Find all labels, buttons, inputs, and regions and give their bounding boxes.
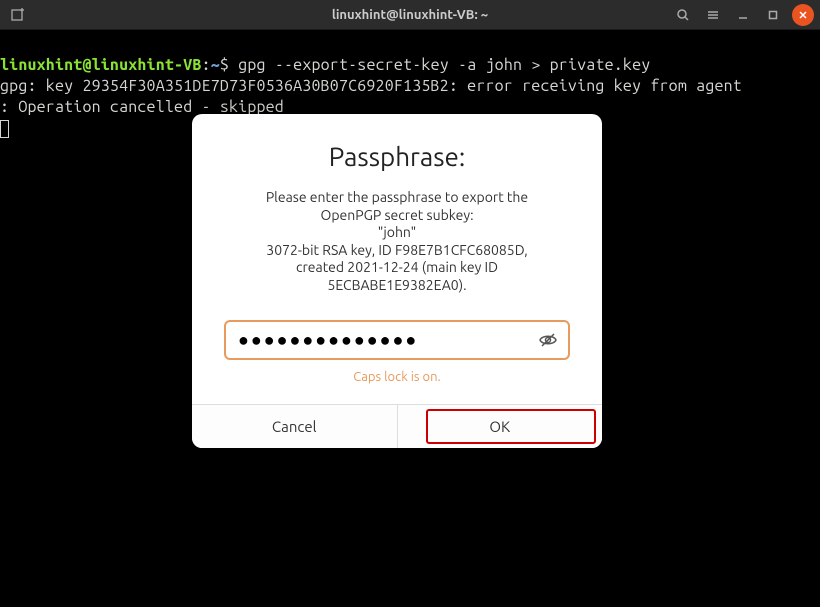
prompt-user: linuxhint@linuxhint-VB (0, 56, 202, 74)
search-button[interactable] (672, 4, 694, 26)
menu-button[interactable] (702, 4, 724, 26)
passphrase-dialog: Passphrase: Please enter the passphrase … (192, 114, 602, 448)
dialog-message-line: created 2021-12-24 (main key ID (296, 259, 498, 275)
dialog-message-line: OpenPGP secret subkey: (320, 207, 473, 223)
cancel-button[interactable]: Cancel (192, 405, 398, 448)
dialog-message-line: Please enter the passphrase to export th… (266, 189, 528, 205)
output-line: gpg: key 29354F30A351DE7D73F0536A30B07C6… (0, 77, 742, 95)
prompt-path: ~ (211, 56, 220, 74)
passphrase-input[interactable] (224, 320, 570, 360)
dialog-message-line: "john" (378, 224, 417, 240)
command-text: gpg --export-secret-key -a john > privat… (238, 56, 650, 74)
terminal-cursor (0, 120, 9, 138)
dialog-message: Please enter the passphrase to export th… (218, 189, 576, 294)
dialog-message-line: 3072-bit RSA key, ID F98E7B1CFC68085D, (266, 242, 527, 258)
ok-button-label: OK (489, 418, 510, 435)
ok-button[interactable]: OK (398, 405, 603, 448)
minimize-button[interactable] (732, 4, 754, 26)
close-button[interactable] (792, 4, 814, 26)
prompt-sym: $ (220, 56, 238, 74)
dialog-message-line: 5ECBABE1E9382EA0). (327, 277, 466, 293)
dialog-title: Passphrase: (218, 142, 576, 171)
toggle-visibility-icon[interactable] (534, 326, 562, 354)
focus-ring (426, 409, 597, 444)
capslock-warning: Caps lock is on. (218, 370, 576, 384)
maximize-button[interactable] (762, 4, 784, 26)
prompt-sep: : (202, 56, 211, 74)
window-titlebar: linuxhint@linuxhint-VB: ~ (0, 0, 820, 30)
new-tab-icon[interactable] (8, 5, 28, 25)
